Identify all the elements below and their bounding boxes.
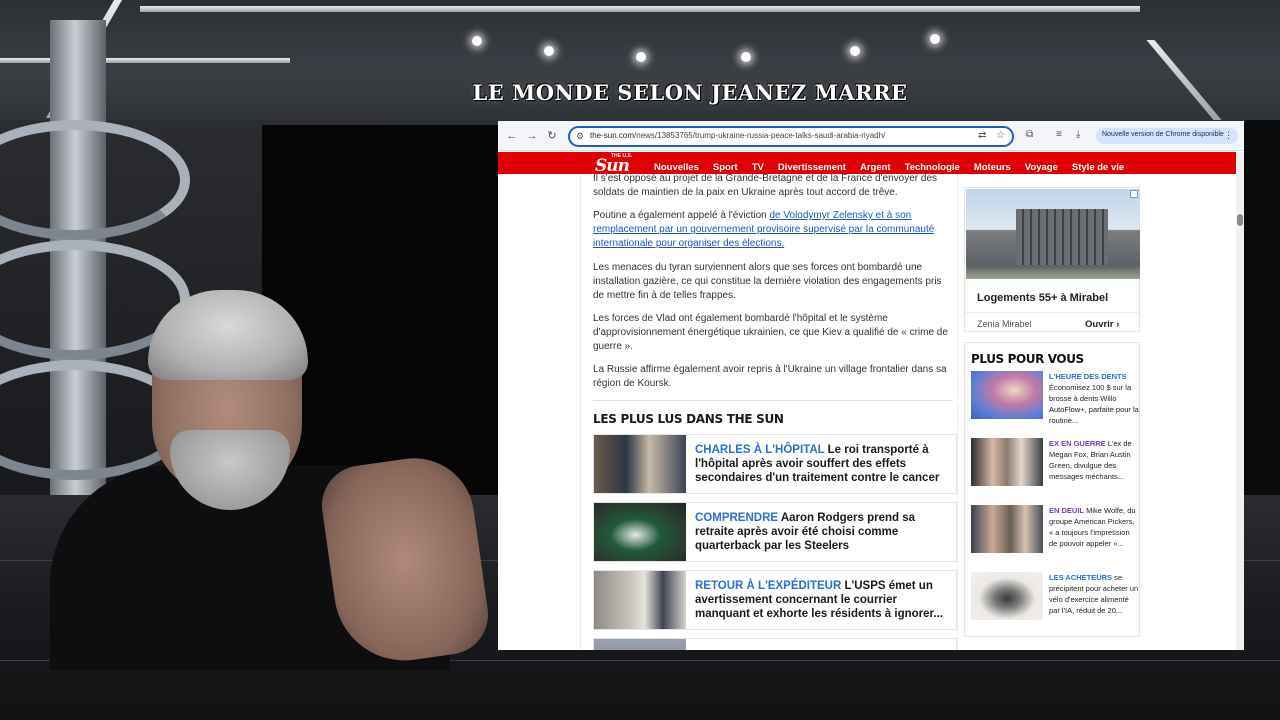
- ad-image: [966, 189, 1140, 279]
- ppv-kicker: LES ACHETEURS: [1049, 573, 1113, 582]
- article-paragraph: Les forces de Vlad ont également bombard…: [593, 313, 948, 352]
- card-headline: CHARLES À L'HÔPITAL Le roi transporté à …: [695, 443, 951, 485]
- card-headline: COMPRENDRE Aaron Rodgers prend sa retrai…: [695, 511, 951, 553]
- article-paragraph: Les menaces du tyran surviennent alors q…: [593, 262, 942, 301]
- back-icon[interactable]: ←: [504, 128, 520, 144]
- sun-logo[interactable]: THE U.S. Sun: [593, 153, 647, 176]
- most-read-card[interactable]: [593, 638, 957, 650]
- page-scroll-thumb[interactable]: [1237, 214, 1243, 226]
- reload-icon[interactable]: ↻: [544, 128, 560, 144]
- ceiling-spotlight: [741, 52, 751, 62]
- ad-open-button[interactable]: Ouvrir ›: [1085, 319, 1119, 330]
- bookmark-star-icon[interactable]: ☆: [996, 130, 1005, 141]
- ppv-headline: EX EN GUERRE L'ex de Megan Fox, Brian Au…: [1049, 438, 1139, 482]
- presenter: [40, 290, 494, 670]
- card-kicker: COMPRENDRE: [695, 512, 779, 524]
- ppv-kicker: L'HEURE DES DENTS: [1049, 372, 1127, 381]
- ad-building: [1016, 209, 1108, 265]
- ad-advertiser: Zenia Mirabel: [977, 319, 1032, 329]
- ppv-item[interactable]: EX EN GUERRE L'ex de Megan Fox, Brian Au…: [971, 438, 1141, 498]
- forward-icon[interactable]: →: [524, 128, 540, 144]
- article-body: Il s'est opposé au projet de la Grande-B…: [580, 173, 958, 650]
- show-title: LE MONDE SELON JEANEZ MARRE: [472, 80, 908, 105]
- ceiling-spotlight: [930, 34, 940, 44]
- card-thumbnail: [594, 435, 686, 493]
- plus-pour-vous: PLUS POUR VOUS L'HEURE DES DENTS Économi…: [964, 342, 1140, 637]
- most-read-card[interactable]: RETOUR À L'EXPÉDITEUR L'USPS émet un ave…: [593, 570, 957, 630]
- ad-title: Logements 55+ à Mirabel: [977, 292, 1109, 304]
- url-host: the-sun.com: [590, 131, 635, 140]
- page-scrollbar[interactable]: [1236, 152, 1244, 650]
- browser-window: ← → ↻ ⚙ the-sun.com/news/13853765/trump-…: [498, 121, 1244, 650]
- article-paragraph: Poutine a également appelé à l'éviction …: [593, 209, 953, 251]
- ad-choices-icon[interactable]: [1130, 190, 1138, 198]
- ppv-title: PLUS POUR VOUS: [971, 352, 1084, 366]
- ppv-item[interactable]: L'HEURE DES DENTS Économisez 100 $ sur l…: [971, 371, 1141, 431]
- studio-right-wall: [1244, 120, 1280, 500]
- presenter-hair: [148, 290, 308, 380]
- chrome-update-pill[interactable]: Nouvelle version de Chrome disponible ⋮: [1096, 128, 1238, 144]
- article-paragraph: La Russie affirme également avoir repris…: [593, 364, 947, 389]
- ppv-item[interactable]: LES ACHETEURS se précipitent pour achete…: [971, 572, 1141, 632]
- spiral-staircase: [0, 120, 190, 240]
- card-thumbnail: [594, 639, 686, 650]
- most-read-title: LES PLUS LUS DANS THE SUN: [593, 412, 784, 426]
- nav-voyage[interactable]: Voyage: [1025, 162, 1058, 173]
- card-thumbnail: [594, 503, 686, 561]
- most-read-card[interactable]: COMPRENDRE Aaron Rodgers prend sa retrai…: [593, 502, 957, 562]
- extensions-icon[interactable]: ⧉: [1026, 129, 1033, 140]
- ppv-kicker: EN DEUIL: [1049, 506, 1085, 515]
- ppv-thumbnail: [971, 505, 1043, 553]
- address-bar[interactable]: ⚙ the-sun.com/news/13853765/trump-ukrain…: [568, 126, 1014, 147]
- section-divider: [593, 400, 953, 401]
- ppv-thumbnail: [971, 438, 1043, 486]
- ceiling-beam: [140, 6, 1140, 12]
- chevron-right-icon: ›: [1116, 319, 1120, 330]
- url-text: the-sun.com/news/13853765/trump-ukraine-…: [590, 131, 885, 140]
- ppv-item[interactable]: EN DEUIL Mike Wolfe, du groupe American …: [971, 505, 1141, 565]
- ppv-headline: LES ACHETEURS se précipitent pour achete…: [1049, 572, 1139, 616]
- ceiling-beam: [0, 58, 290, 63]
- menu-icon[interactable]: ⋮: [1224, 130, 1233, 141]
- ad-separator: [965, 312, 1139, 313]
- update-text: Nouvelle version de Chrome disponible: [1102, 131, 1224, 138]
- card-kicker: RETOUR À L'EXPÉDITEUR: [695, 580, 842, 592]
- ppv-headline: EN DEUIL Mike Wolfe, du groupe American …: [1049, 505, 1139, 549]
- card-headline: RETOUR À L'EXPÉDITEUR L'USPS émet un ave…: [695, 579, 951, 621]
- ppv-kicker: EX EN GUERRE: [1049, 439, 1106, 448]
- card-kicker: CHARLES À L'HÔPITAL: [695, 444, 825, 456]
- nav-moteurs[interactable]: Moteurs: [974, 162, 1011, 173]
- translate-icon[interactable]: ⇄: [978, 130, 986, 141]
- ceiling-spotlight: [544, 46, 554, 56]
- reading-list-icon[interactable]: ≡: [1056, 129, 1062, 140]
- ad-unit[interactable]: Logements 55+ à Mirabel Zenia Mirabel Ou…: [964, 187, 1140, 332]
- sidebar: Logements 55+ à Mirabel Zenia Mirabel Ou…: [964, 174, 1140, 650]
- ppv-thumbnail: [971, 371, 1043, 419]
- ppv-headline: L'HEURE DES DENTS Économisez 100 $ sur l…: [1049, 371, 1139, 426]
- ppv-title-text: Économisez 100 $ sur la brosse à dents W…: [1049, 383, 1139, 425]
- studio-background: LE MONDE SELON JEANEZ MARRE ← → ↻ ⚙ the-…: [0, 0, 1280, 720]
- url-path: /news/13853765/trump-ukraine-russia-peac…: [634, 131, 886, 140]
- site-info-icon[interactable]: ⚙: [576, 131, 584, 142]
- downloads-icon[interactable]: ⤓: [1076, 129, 1080, 140]
- ceiling-spotlight: [472, 36, 482, 46]
- ceiling-spotlight: [636, 52, 646, 62]
- ppv-thumbnail: [971, 572, 1043, 620]
- browser-toolbar: ← → ↻ ⚙ the-sun.com/news/13853765/trump-…: [498, 121, 1244, 151]
- article-paragraph: Il s'est opposé au projet de la Grande-B…: [593, 173, 938, 198]
- site-nav-bar: THE U.S. Sun Nouvelles Sport TV Divertissem…: [498, 152, 1236, 176]
- card-thumbnail: [594, 571, 686, 629]
- article-text: Poutine a également appelé à l'éviction: [593, 210, 770, 221]
- ad-cta-label: Ouvrir: [1085, 319, 1114, 330]
- ceiling-spotlight: [850, 46, 860, 56]
- nav-style-de-vie[interactable]: Style de vie: [1072, 162, 1124, 173]
- most-read-card[interactable]: CHARLES À L'HÔPITAL Le roi transporté à …: [593, 434, 957, 494]
